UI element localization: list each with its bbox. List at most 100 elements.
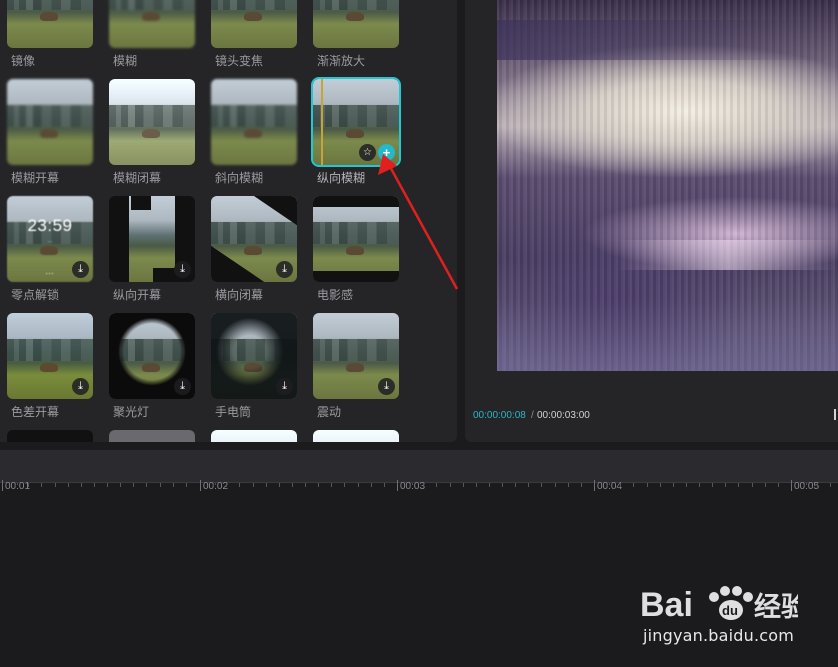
ruler-minor-tick xyxy=(186,483,187,487)
ruler-minor-tick xyxy=(146,483,147,487)
effect-thumbnail xyxy=(7,430,93,442)
ruler-minor-tick xyxy=(318,483,319,487)
ruler-minor-tick xyxy=(384,483,385,487)
download-icon[interactable]: ⤓ xyxy=(276,261,293,278)
effect-label: 纵向模糊 xyxy=(317,171,366,185)
effect-label: 模糊闭幕 xyxy=(113,171,162,185)
effect-tile[interactable]: ⤓ 震动 xyxy=(306,313,408,431)
ruler-minor-tick xyxy=(463,483,464,487)
effect-tile[interactable] xyxy=(204,430,306,442)
ruler-minor-tick xyxy=(173,483,174,487)
effect-label: 镜头变焦 xyxy=(215,54,264,68)
fullscreen-icon[interactable] xyxy=(834,409,836,420)
ruler-minor-tick xyxy=(133,483,134,487)
ruler-minor-tick xyxy=(620,483,621,487)
baidu-jingyan-logo: Bai du 经验 xyxy=(640,586,798,622)
ruler-minor-tick xyxy=(358,483,359,487)
download-icon[interactable]: ⤓ xyxy=(174,378,191,395)
effect-thumbnail xyxy=(211,0,297,48)
ruler-major-tick xyxy=(200,480,201,491)
time-separator: / xyxy=(531,410,534,421)
ruler-minor-tick xyxy=(423,483,424,487)
effect-label: 色差开幕 xyxy=(11,405,60,419)
ruler-minor-tick xyxy=(160,483,161,487)
download-icon[interactable]: ⤓ xyxy=(276,378,293,395)
preview-panel: 00:00:00:08 / 00:00:03:00 xyxy=(465,0,838,442)
effect-tile[interactable]: 模糊开幕 xyxy=(0,79,102,197)
download-icon[interactable]: ⤓ xyxy=(72,378,89,395)
effect-label: 渐渐放大 xyxy=(317,54,366,68)
clock-subtitle: … xyxy=(47,238,53,244)
clock-time: 23:59 xyxy=(27,216,73,235)
ruler-tick-label: 00:02 xyxy=(203,481,229,492)
svg-text:Bai: Bai xyxy=(640,586,693,622)
effect-tile[interactable]: ⤓ 手电筒 xyxy=(204,313,306,431)
effect-tile[interactable]: ⤓ 纵向开幕 xyxy=(102,196,204,314)
ruler-minor-tick xyxy=(699,483,700,487)
ruler-minor-tick xyxy=(81,483,82,487)
ruler-minor-tick xyxy=(94,483,95,487)
effect-tile[interactable]: 电影感 xyxy=(306,196,408,314)
effect-tile[interactable] xyxy=(0,430,102,442)
effect-thumbnail xyxy=(7,79,93,165)
ruler-major-tick xyxy=(397,480,398,491)
ruler-minor-tick xyxy=(436,483,437,487)
plus-icon[interactable]: + xyxy=(378,144,395,161)
effect-tile[interactable]: 镜像 xyxy=(0,0,102,80)
ruler-minor-tick xyxy=(107,483,108,487)
svg-text:du: du xyxy=(722,603,738,618)
ruler-minor-tick xyxy=(568,483,569,487)
download-icon[interactable]: ⤓ xyxy=(174,261,191,278)
ruler-minor-tick xyxy=(344,483,345,487)
current-time: 00:00:00:08 xyxy=(473,410,526,421)
effect-tile[interactable]: 23:59 … … ⤓ 零点解锁 xyxy=(0,196,102,314)
ruler-minor-tick xyxy=(253,483,254,487)
ruler-minor-tick xyxy=(371,483,372,487)
effect-tile[interactable] xyxy=(306,430,408,442)
ruler-minor-tick xyxy=(765,483,766,487)
ruler-minor-tick xyxy=(305,483,306,487)
effect-tile[interactable]: 模糊闭幕 xyxy=(102,79,204,197)
timeline-header xyxy=(0,450,838,483)
effect-tile[interactable]: 模糊 xyxy=(102,0,204,80)
effect-label: 斜向模糊 xyxy=(215,171,264,185)
ruler-minor-tick xyxy=(515,483,516,487)
ruler-minor-tick xyxy=(450,483,451,487)
effect-tile-selected[interactable]: ☆ + 纵向模糊 xyxy=(306,77,408,197)
ruler-minor-tick xyxy=(752,483,753,487)
effect-tile[interactable]: ⤓ 聚光灯 xyxy=(102,313,204,431)
effects-panel: 镜像 模糊 镜头变焦 渐渐放大 模糊开幕 模糊闭幕 斜向模糊 ☆ + 纵向模糊 xyxy=(0,0,457,442)
download-icon[interactable]: ⤓ xyxy=(378,378,395,395)
effect-label: 横向闭幕 xyxy=(215,288,264,302)
ruler-minor-tick xyxy=(120,483,121,487)
total-time: 00:00:03:00 xyxy=(537,410,590,421)
ruler-minor-tick xyxy=(502,483,503,487)
effect-thumbnail xyxy=(313,0,399,48)
effect-label: 模糊 xyxy=(113,54,138,68)
preview-video[interactable] xyxy=(497,0,838,371)
effect-label: 镜像 xyxy=(11,54,36,68)
effect-tile[interactable]: 镜头变焦 xyxy=(204,0,306,80)
effect-thumbnail xyxy=(109,79,195,165)
ruler-minor-tick xyxy=(804,483,805,487)
effect-tile[interactable]: ⤓ 横向闭幕 xyxy=(204,196,306,314)
ruler-minor-tick xyxy=(41,483,42,487)
ruler-minor-tick xyxy=(555,483,556,487)
download-icon[interactable]: ⤓ xyxy=(72,261,89,278)
effect-label: 震动 xyxy=(317,405,342,419)
effect-tile[interactable]: 斜向模糊 xyxy=(204,79,306,197)
ruler-minor-tick xyxy=(686,483,687,487)
ruler-minor-tick xyxy=(55,483,56,487)
star-icon[interactable]: ☆ xyxy=(359,144,376,161)
playhead-line xyxy=(321,79,323,165)
effect-tile[interactable]: ⤓ 色差开幕 xyxy=(0,313,102,431)
ruler-minor-tick xyxy=(226,483,227,487)
effect-tile[interactable]: 渐渐放大 xyxy=(306,0,408,80)
ruler-minor-tick xyxy=(817,483,818,487)
ruler-tick-label: 00:05 xyxy=(794,481,820,492)
effect-label: 手电筒 xyxy=(215,405,252,419)
effect-tile[interactable] xyxy=(102,430,204,442)
effect-thumbnail xyxy=(109,0,195,48)
ruler-minor-tick xyxy=(239,483,240,487)
ruler-minor-tick xyxy=(660,483,661,487)
